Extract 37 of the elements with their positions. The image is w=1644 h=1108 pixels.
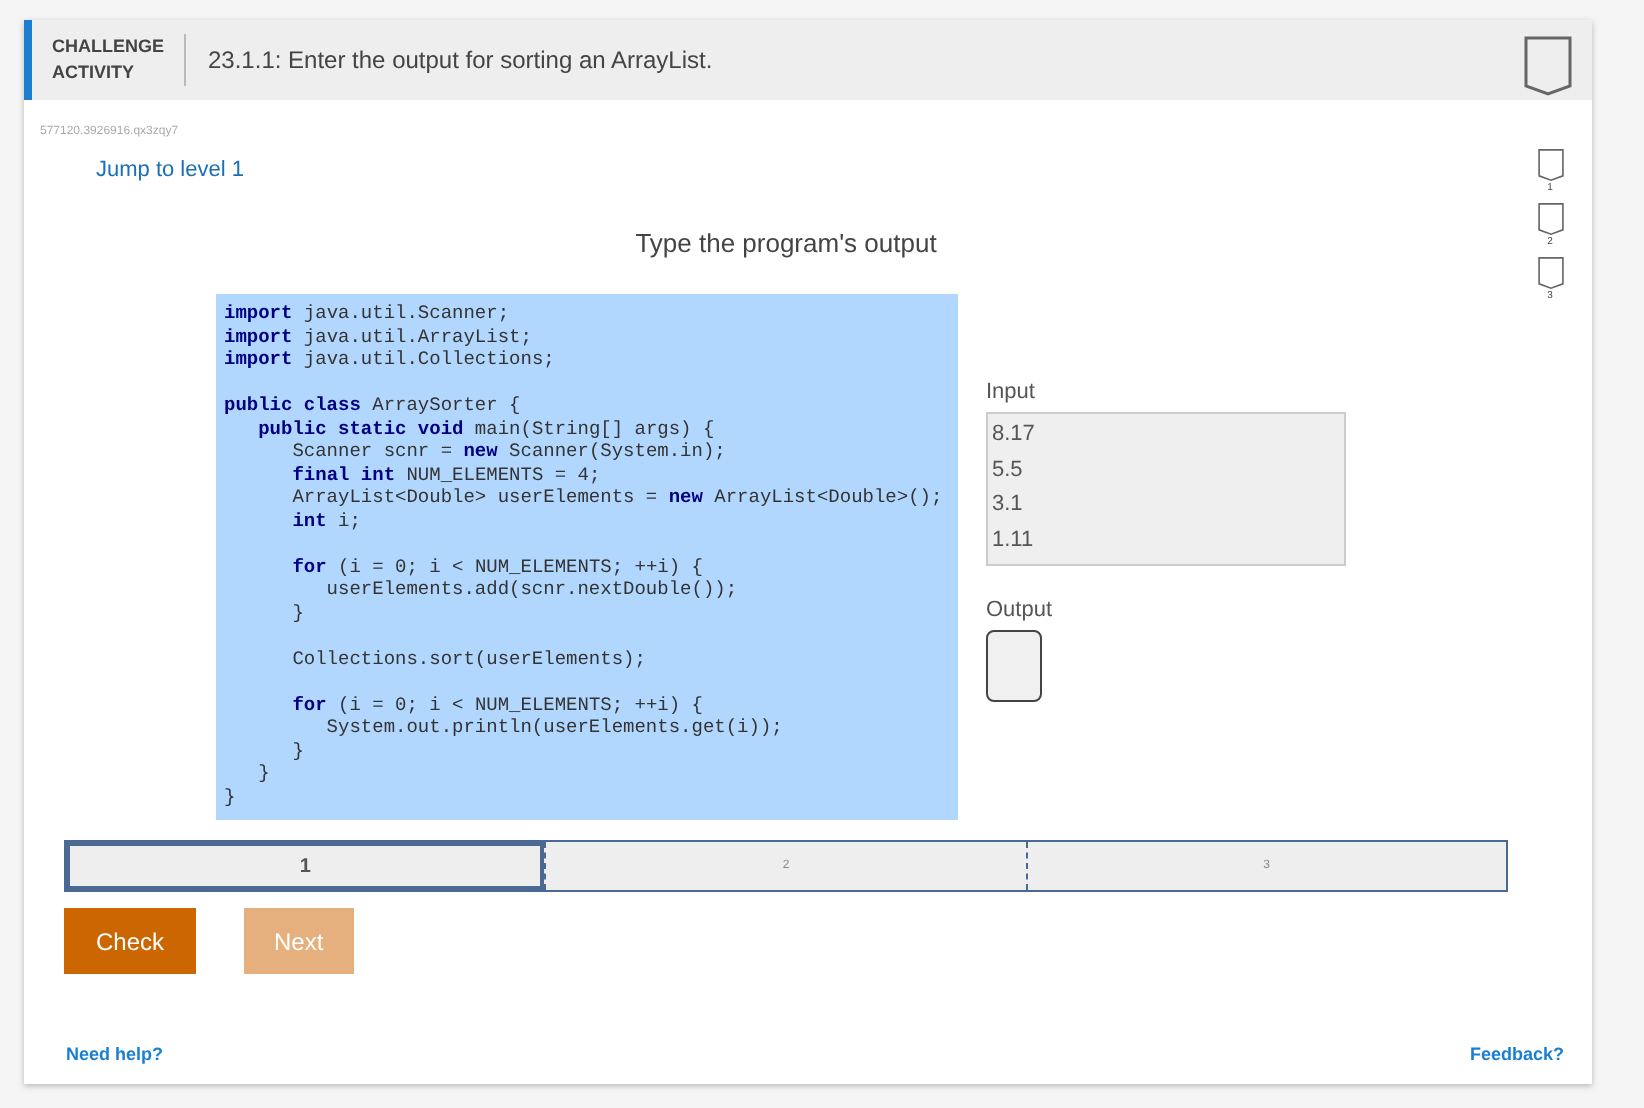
level-tab[interactable]: 1: [66, 842, 545, 890]
code-line: }: [290, 739, 306, 762]
code-line: for (i = 0; i < NUM_ELEMENTS; ++i) {: [290, 555, 705, 578]
jump-link[interactable]: Jump to level 1: [96, 158, 1508, 182]
code-line: Scanner scnr = new Scanner(System.in);: [290, 440, 728, 463]
code-line: public static void main(String[] args) {: [256, 417, 717, 440]
code-line: System.out.println(userElements.get(i));: [324, 716, 785, 739]
code-line: }: [256, 762, 272, 785]
code-line: import java.util.Scanner;: [224, 302, 512, 325]
activity-title: 23.1.1: Enter the output for sorting an ArrayList.: [208, 46, 715, 74]
level-badge-icon[interactable]: [1537, 148, 1563, 182]
code-line: int i;: [290, 509, 363, 532]
code-line: public class ArraySorter {: [224, 394, 523, 417]
code-line: import java.util.ArrayList;: [224, 325, 534, 348]
input-value: 1.11: [992, 525, 1036, 555]
code-line: for (i = 0; i < NUM_ELEMENTS; ++i) {: [290, 693, 705, 716]
prompt-text: Type the program's output: [633, 228, 939, 258]
code-line: ArrayList<Double> userElements = new ArrayList<Double>();: [290, 486, 945, 509]
input-value: 8.17: [992, 420, 1037, 450]
activity-label: CHALLENGE ACTIVITY: [52, 34, 186, 86]
level-badge-icon[interactable]: [1537, 202, 1563, 236]
action-button[interactable]: Check: [64, 908, 197, 974]
code-line: final int NUM_ELEMENTS = 4;: [290, 463, 603, 486]
code-line: }: [224, 785, 238, 808]
output-field[interactable]: [986, 630, 1042, 702]
input-label: Input: [986, 380, 1037, 404]
help-link[interactable]: Need help?: [66, 1044, 164, 1064]
code-line: import java.util.Collections;: [224, 348, 557, 371]
input-value: 3.1: [992, 490, 1025, 520]
level-badge-icon[interactable]: [1537, 256, 1563, 290]
badge-icon: [1524, 36, 1572, 96]
code-line: Collections.sort(userElements);: [290, 647, 648, 670]
code-line: }: [290, 601, 306, 624]
code-line: userElements.add(scnr.nextDouble());: [324, 578, 740, 601]
feedback-link[interactable]: Feedback?: [1469, 1044, 1564, 1064]
input-value: 5.5: [992, 455, 1025, 485]
output-label: Output: [986, 598, 1055, 622]
